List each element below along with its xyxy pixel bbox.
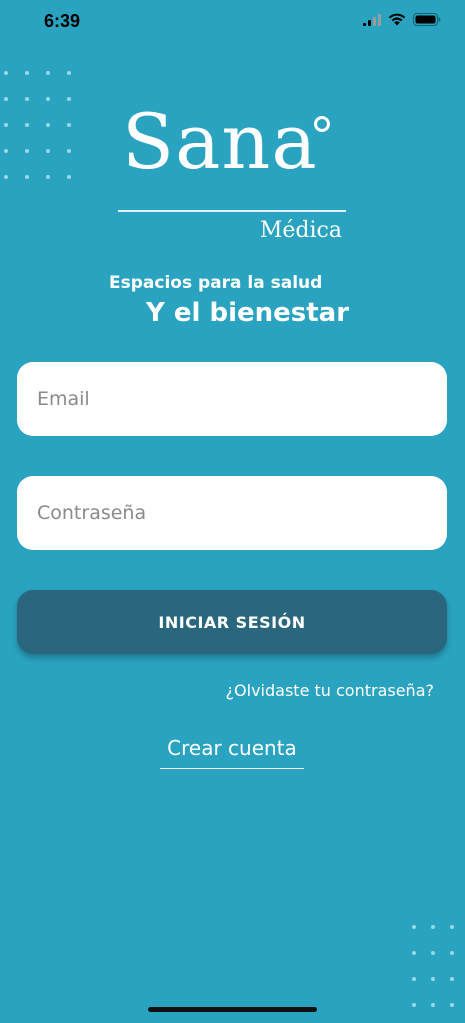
password-input[interactable]: [35, 501, 447, 525]
tagline-line-2: Y el bienestar: [146, 298, 350, 328]
logo-wordmark: Sana: [122, 97, 318, 186]
logo-subtitle: Médica: [259, 218, 342, 243]
status-icons: [363, 13, 441, 26]
battery-icon: [413, 13, 441, 26]
login-button[interactable]: INICIAR SESIÓN: [17, 590, 447, 654]
decorative-dots-top: [4, 71, 72, 180]
email-field[interactable]: [17, 362, 447, 436]
email-input[interactable]: [35, 387, 447, 411]
logo-divider: [118, 210, 346, 212]
status-time: 6:39: [44, 11, 81, 31]
sana-medica-logo: Sana Médica: [118, 104, 346, 249]
status-bar: 6:39: [0, 0, 465, 44]
tagline-line-1: Espacios para la salud: [109, 273, 323, 293]
password-field[interactable]: [17, 476, 447, 550]
create-account-link[interactable]: Crear cuenta: [160, 736, 304, 769]
signal-icon: [363, 13, 381, 26]
wifi-icon: [388, 13, 406, 26]
home-indicator: [148, 1007, 317, 1012]
forgot-password-link[interactable]: ¿Olvidaste tu contraseña?: [226, 681, 434, 700]
logo-ring: [314, 116, 330, 132]
decorative-dots-bottom: [412, 925, 455, 1008]
